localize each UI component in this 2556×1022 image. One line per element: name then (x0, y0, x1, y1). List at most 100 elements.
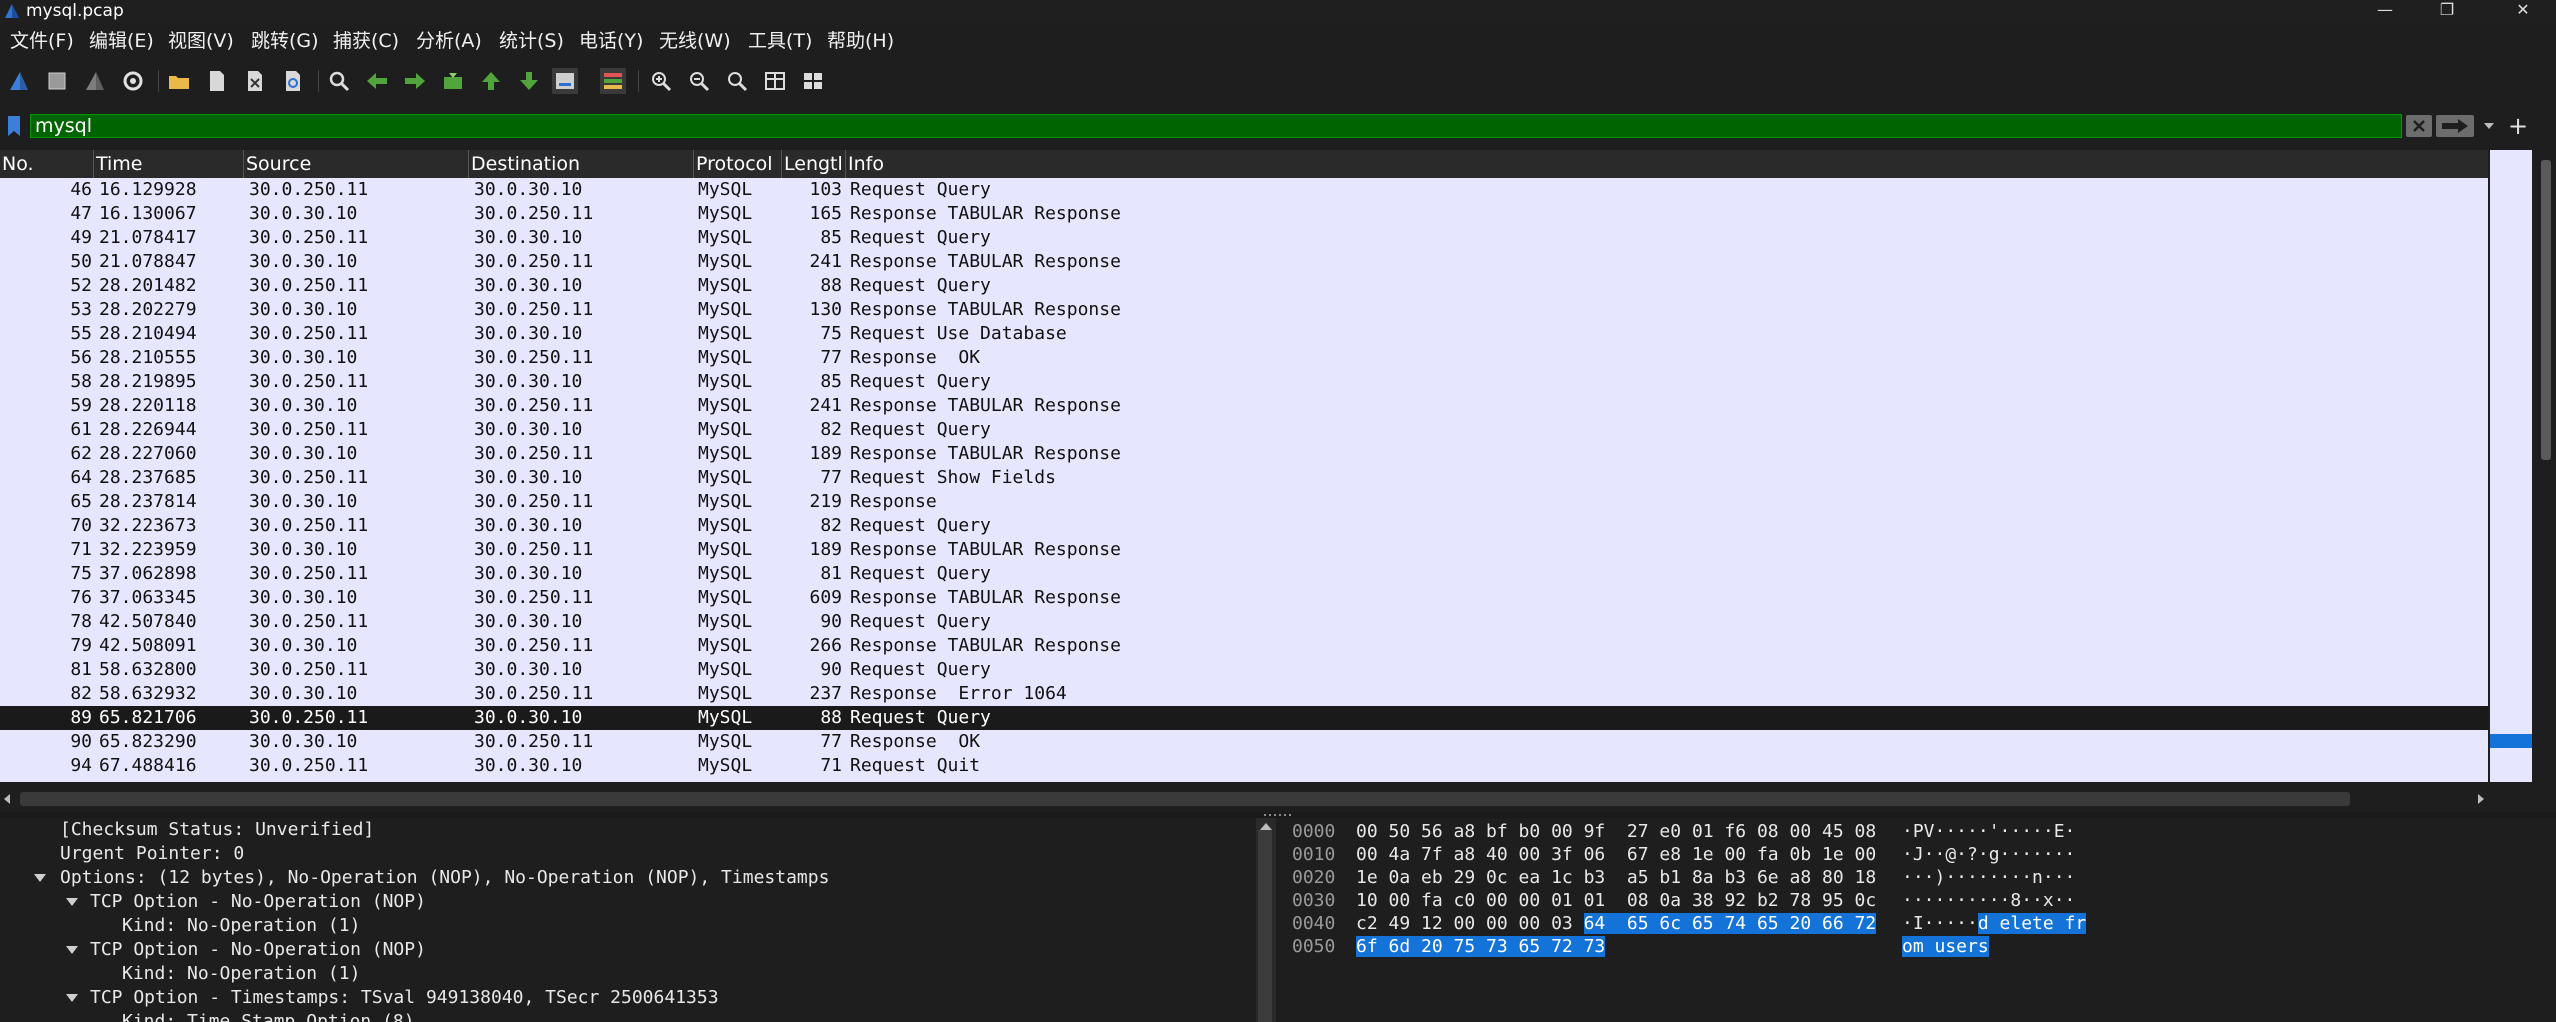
packet-row[interactable]: 81 58.632800 30.0.250.11 30.0.30.10 MySQL 90 R… (0, 658, 2488, 682)
packet-row[interactable]: 56 28.210555 30.0.30.10 30.0.250.11 MySQL 77 R… (0, 346, 2488, 370)
details-scrollbar-thumb[interactable] (1258, 830, 1272, 1022)
go-to-packet-icon[interactable] (440, 68, 466, 94)
menu-statistics[interactable]: 统计(S) (499, 28, 564, 54)
menu-help[interactable]: 帮助(H) (827, 28, 894, 54)
menu-wireless[interactable]: 无线(W) (659, 28, 731, 54)
packet-row[interactable]: 90 65.823290 30.0.30.10 30.0.250.11 MySQL 77 R… (0, 730, 2488, 754)
packet-row[interactable]: 70 32.223673 30.0.250.11 30.0.30.10 MySQL 82 R… (0, 514, 2488, 538)
scrollbar-thumb[interactable] (2541, 160, 2551, 460)
expand-arrow-icon[interactable] (66, 994, 78, 1002)
col-length[interactable]: Lengtl (782, 150, 846, 178)
byte-hex[interactable]: c2 49 12 00 00 00 03 64 65 6c 65 74 65 2… (1356, 912, 1877, 935)
menu-go[interactable]: 跳转(G) (251, 28, 319, 54)
detail-row[interactable]: TCP Option - No-Operation (NOP) (90, 938, 426, 962)
packet-row[interactable]: 79 42.508091 30.0.30.10 30.0.250.11 MySQL 266… (0, 634, 2488, 658)
packet-row[interactable]: 52 28.201482 30.0.250.11 30.0.30.10 MySQL 88 R… (0, 274, 2488, 298)
packet-row[interactable]: 61 28.226944 30.0.250.11 30.0.30.10 MySQL 82 R… (0, 418, 2488, 442)
col-time[interactable]: Time (94, 150, 244, 178)
menu-edit[interactable]: 编辑(E) (89, 28, 154, 54)
menu-file[interactable]: 文件(F) (10, 28, 74, 54)
go-back-icon[interactable] (364, 68, 390, 94)
last-packet-icon[interactable] (516, 68, 542, 94)
byte-hex[interactable]: 00 4a 7f a8 40 00 3f 06 67 e8 1e 00 fa 0… (1356, 843, 1876, 866)
col-destination[interactable]: Destination (469, 150, 694, 178)
restart-icon[interactable] (82, 68, 108, 94)
scroll-right-icon[interactable] (2476, 793, 2486, 805)
menu-analyze[interactable]: 分析(A) (416, 28, 482, 54)
packet-row[interactable]: 65 28.237814 30.0.30.10 30.0.250.11 MySQL 219… (0, 490, 2488, 514)
detail-row[interactable]: Kind: No-Operation (1) (122, 914, 360, 938)
byte-ascii[interactable]: ···)········n··· (1902, 866, 2075, 889)
detail-row[interactable]: [Checksum Status: Unverified] (60, 818, 374, 842)
packet-row[interactable]: 49 21.078417 30.0.250.11 30.0.30.10 MySQL 85 R… (0, 226, 2488, 250)
go-forward-icon[interactable] (402, 68, 428, 94)
byte-ascii[interactable]: ·J··@·?·g······· (1902, 843, 2075, 866)
menu-capture[interactable]: 捕获(C) (333, 28, 399, 54)
byte-ascii[interactable]: ·I·····d elete fr (1902, 912, 2087, 935)
byte-hex[interactable]: 10 00 fa c0 00 00 01 01 08 0a 38 92 b2 7… (1356, 889, 1876, 912)
packet-row[interactable]: 58 28.219895 30.0.250.11 30.0.30.10 MySQL 85 R… (0, 370, 2488, 394)
normal-size-icon[interactable] (724, 68, 750, 94)
detail-row[interactable]: Kind: No-Operation (1) (122, 962, 360, 986)
horizontal-scrollbar-thumb[interactable] (20, 792, 2350, 806)
detail-row[interactable]: TCP Option - No-Operation (NOP) (90, 890, 426, 914)
byte-ascii[interactable]: ··········8··x·· (1902, 889, 2075, 912)
packet-row[interactable]: 64 28.237685 30.0.250.11 30.0.30.10 MySQL 77 R… (0, 466, 2488, 490)
packet-row[interactable]: 62 28.227060 30.0.30.10 30.0.250.11 MySQL 189… (0, 442, 2488, 466)
minimize-button[interactable]: — (2362, 0, 2408, 22)
expand-arrow-icon[interactable] (66, 898, 78, 906)
packet-row[interactable]: 59 28.220118 30.0.30.10 30.0.250.11 MySQL 241… (0, 394, 2488, 418)
detail-row[interactable]: Kind: Time Stamp Option (8) (122, 1010, 415, 1022)
menu-tools[interactable]: 工具(T) (748, 28, 812, 54)
packet-row[interactable]: 71 32.223959 30.0.30.10 30.0.250.11 MySQL 189… (0, 538, 2488, 562)
options-gear-icon[interactable] (120, 68, 146, 94)
col-source[interactable]: Source (244, 150, 469, 178)
packet-row[interactable]: 78 42.507840 30.0.250.11 30.0.30.10 MySQL 90 R… (0, 610, 2488, 634)
byte-hex[interactable]: 6f 6d 20 75 73 65 72 73 (1356, 935, 1606, 958)
detail-row[interactable]: Urgent Pointer: 0 (60, 842, 244, 866)
byte-hex[interactable]: 1e 0a eb 29 0c ea 1c b3 a5 b1 8a b3 6e a… (1356, 866, 1876, 889)
file-icon[interactable] (204, 68, 230, 94)
shark-fin-icon[interactable] (6, 68, 32, 94)
col-no[interactable]: No. (0, 150, 94, 178)
packet-row[interactable]: 46 16.129928 30.0.250.11 30.0.30.10 MySQL 103… (0, 178, 2488, 202)
byte-ascii[interactable]: om users (1902, 935, 1989, 958)
first-packet-icon[interactable] (478, 68, 504, 94)
resize-columns-icon[interactable] (762, 68, 788, 94)
zoom-in-icon[interactable] (648, 68, 674, 94)
menu-telephony[interactable]: 电话(Y) (579, 28, 643, 54)
packet-row[interactable]: 82 58.632932 30.0.30.10 30.0.250.11 MySQL 237… (0, 682, 2488, 706)
expand-arrow-icon[interactable] (34, 874, 46, 882)
display-filter-input[interactable] (30, 114, 2402, 138)
packet-row-selected[interactable]: 89 65.821706 30.0.250.11 30.0.30.10 MySQL 88 R… (0, 706, 2488, 730)
maximize-button[interactable]: ❐ (2424, 0, 2470, 22)
close-file-icon[interactable] (242, 68, 268, 94)
byte-hex[interactable]: 00 50 56 a8 bf b0 00 9f 27 e0 01 f6 08 0… (1356, 820, 1876, 843)
detail-row[interactable]: Options: (12 bytes), No-Operation (NOP),… (60, 866, 829, 890)
layout-icon[interactable] (800, 68, 826, 94)
packet-row[interactable]: 75 37.062898 30.0.250.11 30.0.30.10 MySQL 81 R… (0, 562, 2488, 586)
find-icon[interactable] (326, 68, 352, 94)
scroll-left-icon[interactable] (2, 793, 12, 805)
bookmark-icon[interactable] (6, 115, 22, 137)
colorize-icon[interactable] (600, 68, 626, 94)
packet-minimap[interactable] (2490, 150, 2532, 782)
stop-icon[interactable] (44, 68, 70, 94)
add-filter-button-icon[interactable]: + (2508, 112, 2528, 140)
close-button[interactable]: ✕ (2500, 0, 2546, 22)
packet-row[interactable]: 47 16.130067 30.0.30.10 30.0.250.11 MySQL 165… (0, 202, 2488, 226)
zoom-out-icon[interactable] (686, 68, 712, 94)
packet-row[interactable]: 50 21.078847 30.0.30.10 30.0.250.11 MySQL 241… (0, 250, 2488, 274)
clear-filter-icon[interactable] (2406, 115, 2432, 137)
autoscroll-icon[interactable] (552, 68, 578, 94)
menu-view[interactable]: 视图(V) (168, 28, 234, 54)
filter-dropdown-icon[interactable] (2478, 115, 2500, 137)
expand-arrow-icon[interactable] (66, 946, 78, 954)
apply-filter-icon[interactable] (2436, 115, 2474, 137)
packet-row[interactable]: 53 28.202279 30.0.30.10 30.0.250.11 MySQL 130… (0, 298, 2488, 322)
packet-row[interactable]: 94 67.488416 30.0.250.11 30.0.30.10 MySQL 71 R… (0, 754, 2488, 778)
byte-ascii[interactable]: ·PV·····'·····E· (1902, 820, 2075, 843)
col-protocol[interactable]: Protocol (694, 150, 782, 178)
open-folder-icon[interactable] (166, 68, 192, 94)
col-info[interactable]: Info (846, 150, 2488, 178)
